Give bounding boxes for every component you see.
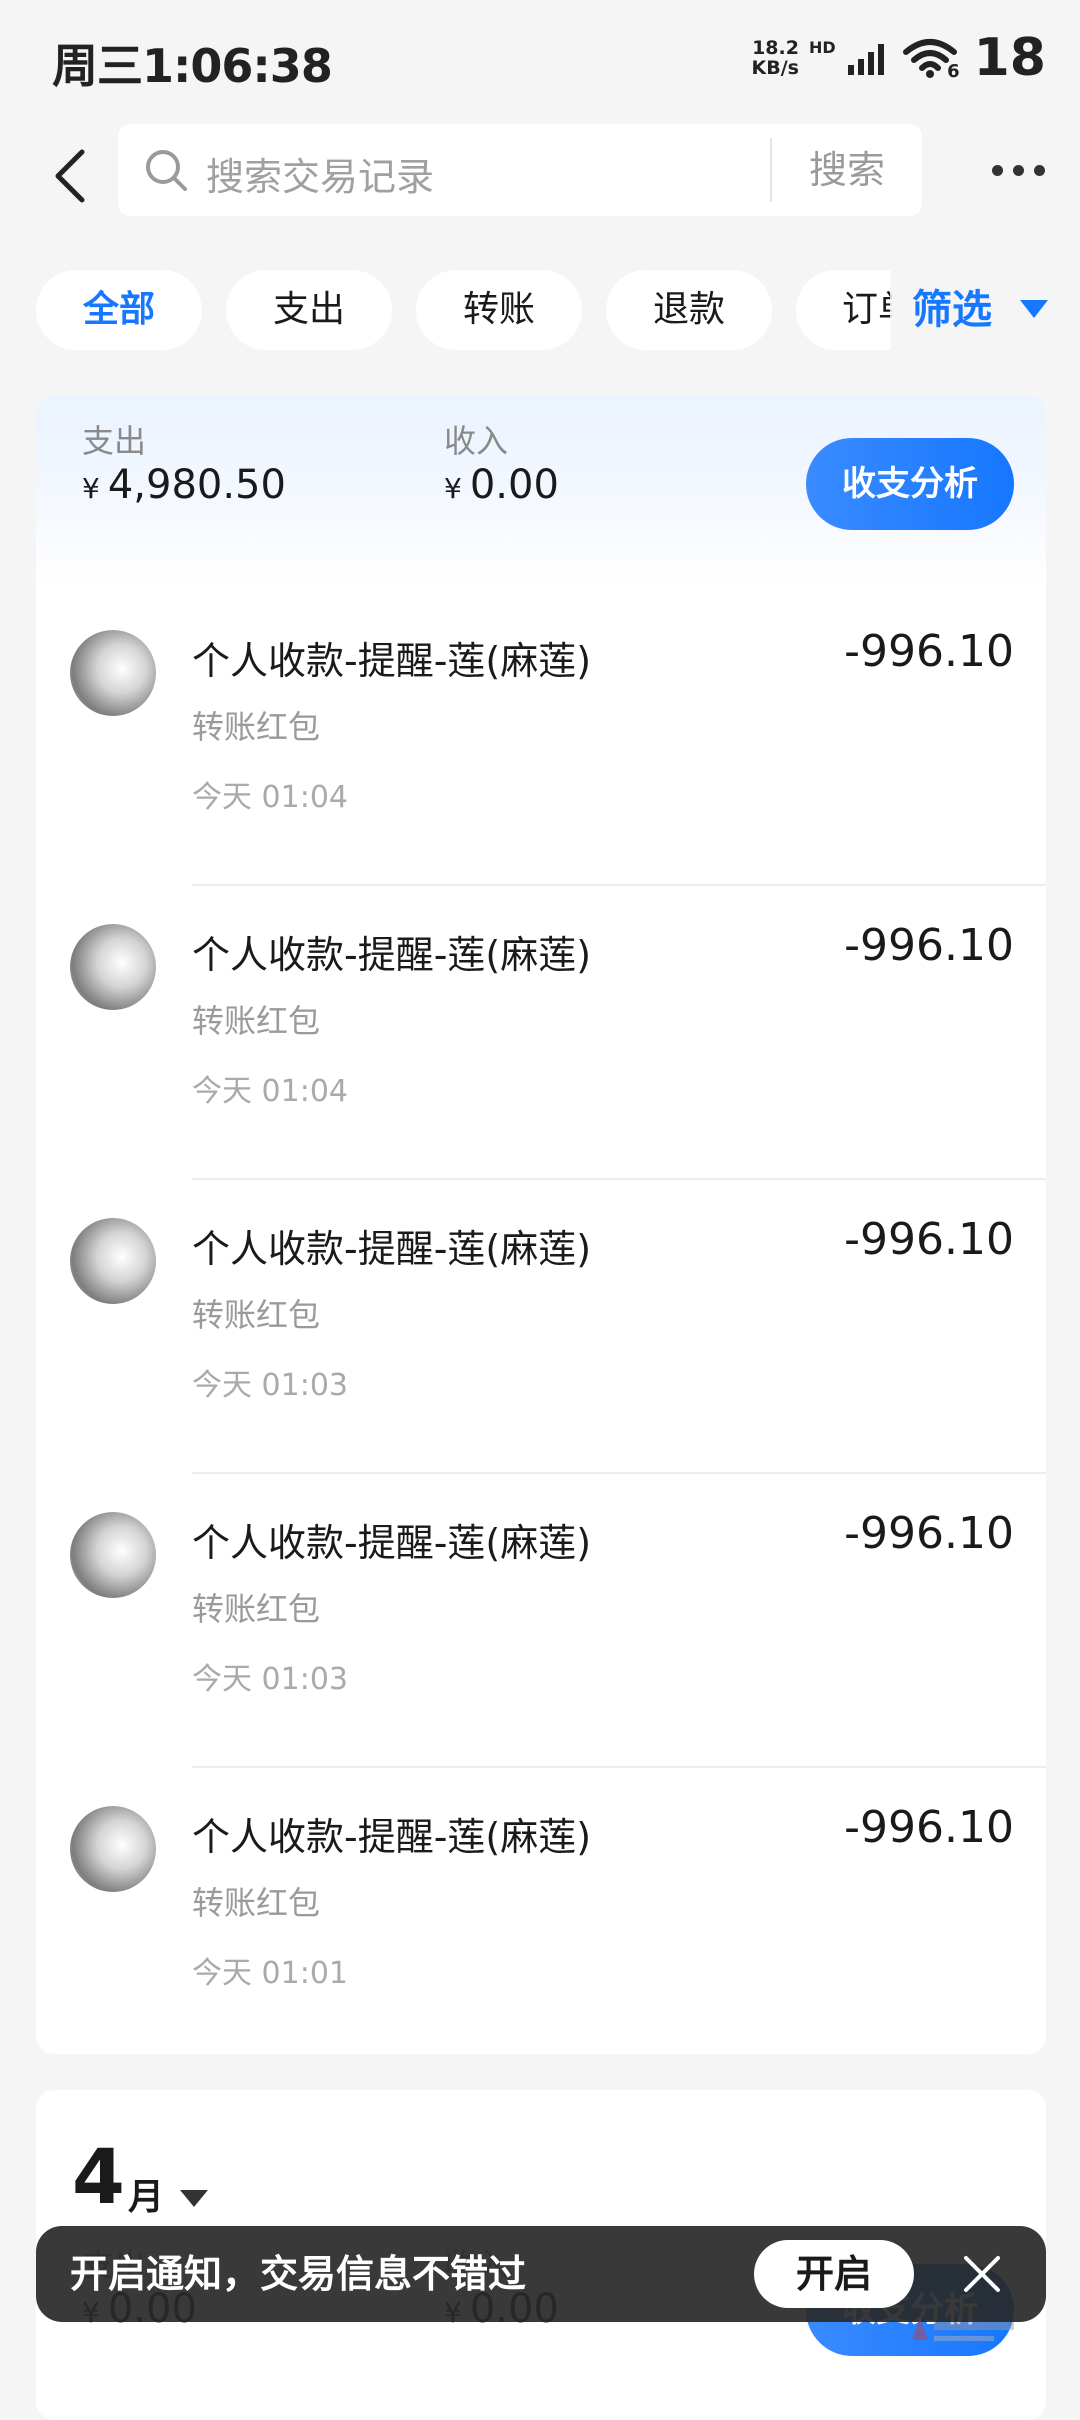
transaction-title: 个人收款-提醒-莲(麻莲) — [192, 933, 592, 977]
transaction-row[interactable]: 个人收款-提醒-莲(麻莲) 转账红包 今天 01:03 -996.10 — [36, 1474, 1046, 1768]
search-icon — [146, 150, 187, 191]
search-input[interactable]: 搜索交易记录 — [206, 146, 434, 201]
transaction-row[interactable]: 个人收款-提醒-莲(麻莲) 转账红包 今天 01:01 -996.10 — [36, 1768, 1046, 2054]
transaction-row[interactable]: 个人收款-提醒-莲(麻莲) 转账红包 今天 01:04 -996.10 — [36, 886, 1046, 1180]
more-icon — [991, 164, 1003, 176]
transaction-amount: -996.10 — [844, 1214, 1014, 1265]
more-button[interactable] — [978, 140, 1058, 200]
status-indicators: 18.2 KB/s HD 6 18 — [751, 28, 1046, 88]
transaction-category: 转账红包 — [192, 1296, 321, 1334]
summary-header: 支出 ¥4,980.50 收入 ¥0.00 收支分析 — [36, 396, 1046, 586]
filter-button[interactable]: 筛选 — [890, 270, 1080, 350]
close-icon[interactable] — [956, 2248, 1008, 2300]
signal-icon — [847, 44, 884, 75]
transaction-title: 个人收款-提醒-莲(麻莲) — [192, 1227, 592, 1271]
avatar — [70, 1218, 156, 1304]
transaction-title: 个人收款-提醒-莲(麻莲) — [192, 1815, 592, 1859]
income-amount: ¥0.00 — [444, 462, 559, 508]
notification-toast: 开启通知，交易信息不错过 开启 — [36, 2226, 1046, 2322]
filter-label: 筛选 — [912, 287, 992, 333]
transaction-amount: -996.10 — [844, 1802, 1014, 1853]
watermark-logo — [912, 2318, 1014, 2341]
caret-down-icon — [1020, 300, 1048, 318]
transactions-card: 支出 ¥4,980.50 收入 ¥0.00 收支分析 个人收款-提醒-莲(麻莲)… — [36, 396, 1046, 2054]
transaction-row[interactable]: 个人收款-提醒-莲(麻莲) 转账红包 今天 01:04 -996.10 — [36, 592, 1046, 886]
month-unit: 月 — [128, 2177, 165, 2218]
transaction-amount: -996.10 — [844, 626, 1014, 677]
transaction-category: 转账红包 — [192, 1884, 321, 1922]
month-number[interactable]: 4 — [72, 2132, 125, 2221]
tab-refund[interactable]: 退款 — [606, 270, 772, 350]
back-button[interactable] — [30, 136, 110, 216]
avatar — [70, 924, 156, 1010]
avatar — [70, 1806, 156, 1892]
enable-notification-button[interactable]: 开启 — [754, 2240, 914, 2308]
transaction-time: 今天 01:03 — [192, 1368, 349, 1403]
transaction-time: 今天 01:04 — [192, 780, 349, 815]
wifi-badge: 6 — [947, 61, 960, 82]
transaction-time: 今天 01:03 — [192, 1662, 349, 1697]
toast-message: 开启通知，交易信息不错过 — [70, 2252, 527, 2296]
wifi-indicator: 6 — [902, 38, 960, 82]
tab-all[interactable]: 全部 — [36, 270, 202, 350]
tab-transfer[interactable]: 转账 — [416, 270, 582, 350]
network-speed: 18.2 KB/s — [751, 37, 799, 79]
search-button[interactable]: 搜索 — [772, 124, 922, 216]
transaction-category: 转账红包 — [192, 708, 321, 746]
transaction-title: 个人收款-提醒-莲(麻莲) — [192, 639, 592, 683]
status-time: 周三1:06:38 — [52, 39, 333, 93]
hd-label: HD — [808, 37, 836, 57]
income-label: 收入 — [444, 422, 509, 460]
transaction-row[interactable]: 个人收款-提醒-莲(麻莲) 转账红包 今天 01:03 -996.10 — [36, 1180, 1046, 1474]
transaction-time: 今天 01:01 — [192, 1956, 349, 1991]
transaction-title: 个人收款-提醒-莲(麻莲) — [192, 1521, 592, 1565]
avatar — [70, 630, 156, 716]
search-box[interactable]: 搜索交易记录 搜索 — [118, 124, 922, 216]
transaction-time: 今天 01:04 — [192, 1074, 349, 1109]
status-bar: 周三1:06:38 18.2 KB/s HD 6 18 — [0, 0, 1080, 120]
battery-level: 18 — [973, 28, 1046, 88]
back-arrow-icon — [55, 149, 85, 203]
transaction-amount: -996.10 — [844, 920, 1014, 971]
income-expense-analysis-button[interactable]: 收支分析 — [806, 438, 1014, 530]
tab-expense[interactable]: 支出 — [226, 270, 392, 350]
tab-order[interactable]: 订单 — [796, 270, 892, 350]
filter-tabs: 全部 支出 转账 退款 订单 筛选 — [0, 270, 1080, 352]
transaction-category: 转账红包 — [192, 1590, 321, 1628]
month-caret-down-icon[interactable] — [180, 2190, 208, 2207]
expense-label: 支出 — [82, 422, 147, 460]
transaction-amount: -996.10 — [844, 1508, 1014, 1559]
transaction-category: 转账红包 — [192, 1002, 321, 1040]
expense-amount: ¥4,980.50 — [82, 462, 286, 508]
avatar — [70, 1512, 156, 1598]
